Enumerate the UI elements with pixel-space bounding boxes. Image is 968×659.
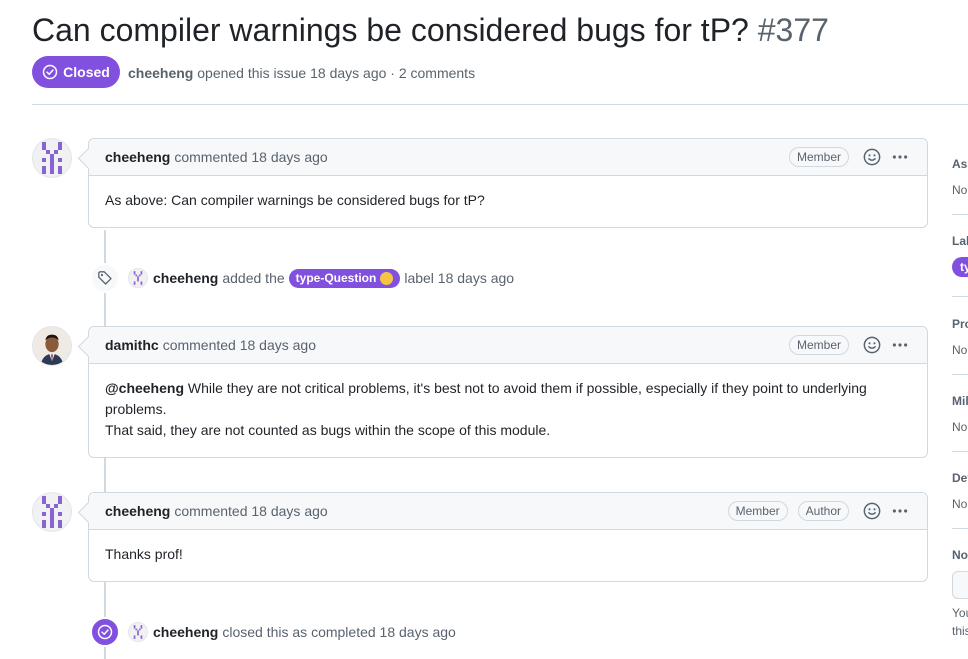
sidebar-divider <box>952 451 968 452</box>
comment-text: That said, they are not counted as bugs … <box>105 422 551 438</box>
sidebar-divider <box>952 374 968 375</box>
comment-body: As above: Can compiler warnings be consi… <box>89 176 927 227</box>
identicon-avatar-icon <box>133 271 143 285</box>
header-divider <box>32 104 968 105</box>
label-added-event: cheeheng added the type-Question label 1… <box>90 263 514 293</box>
sidebar-assignees-value: No <box>952 183 968 197</box>
role-badge: Member <box>788 335 849 355</box>
comment-timestamp[interactable]: commented 18 days ago <box>163 337 316 353</box>
comment-author-link[interactable]: cheeheng <box>105 503 170 519</box>
event-action-text: added the <box>222 270 285 286</box>
author-badge: Author <box>797 501 849 521</box>
avatar[interactable] <box>128 268 148 288</box>
state-badge: Closed <box>32 56 120 88</box>
identicon-avatar-icon <box>133 625 143 639</box>
comment-timestamp[interactable]: commented 18 days ago <box>174 503 327 519</box>
issue-author-link[interactable]: cheeheng <box>128 65 193 81</box>
sidebar-development-value: No <box>952 497 968 511</box>
sidebar-label-pill[interactable]: ty <box>952 257 968 277</box>
kebab-horizontal-icon[interactable] <box>889 146 911 168</box>
sidebar-divider <box>952 214 968 215</box>
role-badge: Member <box>788 147 849 167</box>
issue-number: #377 <box>757 12 829 48</box>
avatar[interactable] <box>32 326 72 366</box>
issue-sidebar: Ass No Lab ty Pro No Mil No Dev No No Yo… <box>950 0 968 659</box>
thinking-face-icon <box>380 271 394 285</box>
comment-author-link[interactable]: cheeheng <box>105 149 170 165</box>
event-author-link[interactable]: cheeheng <box>153 624 218 640</box>
comment-card: cheeheng commented 18 days ago Member As… <box>88 138 928 228</box>
comment-text: As above: Can compiler warnings be consi… <box>105 192 485 208</box>
identicon-avatar-icon <box>42 142 62 174</box>
smiley-icon[interactable] <box>861 146 883 168</box>
role-badge: Member <box>727 501 788 521</box>
identicon-avatar-icon <box>42 496 62 528</box>
comment-card: cheeheng commented 18 days ago Member Au… <box>88 492 928 582</box>
issue-title-text: Can compiler warnings be considered bugs… <box>32 12 749 48</box>
comment-text: While they are not critical problems, it… <box>105 380 867 417</box>
sidebar-subscribe-button[interactable] <box>952 571 968 599</box>
sidebar-divider <box>952 528 968 529</box>
comment-header: cheeheng commented 18 days ago Member <box>89 139 927 176</box>
sidebar-projects-value: No <box>952 343 968 357</box>
comment-header: damithc commented 18 days ago Member <box>89 327 927 364</box>
comment-paragraph: @cheeheng While they are not critical pr… <box>105 378 911 420</box>
sidebar-development-title[interactable]: Dev <box>952 471 968 485</box>
state-label: Closed <box>63 64 110 80</box>
comment-timestamp[interactable]: commented 18 days ago <box>174 149 327 165</box>
avatar[interactable] <box>128 622 148 642</box>
sidebar-divider <box>952 296 968 297</box>
issue-title: Can compiler warnings be considered bugs… <box>32 8 829 52</box>
comment-body: @cheeheng While they are not critical pr… <box>89 364 927 457</box>
profile-photo-icon <box>33 327 71 365</box>
comment-text: Thanks prof! <box>105 546 183 562</box>
check-circle-icon <box>97 624 113 640</box>
avatar[interactable] <box>32 138 72 178</box>
sidebar-notifications-text: this <box>952 624 968 638</box>
issue-opened-text: opened this issue 18 days ago · 2 commen… <box>197 65 476 81</box>
avatar[interactable] <box>32 492 72 532</box>
sidebar-projects-title[interactable]: Pro <box>952 317 968 331</box>
sidebar-notifications-title: No <box>952 548 968 562</box>
issue-meta: cheeheng opened this issue 18 days ago ·… <box>128 64 475 82</box>
sidebar-milestone-value: No <box>952 420 968 434</box>
event-icon-wrapper <box>90 263 120 293</box>
comment-author-link[interactable]: damithc <box>105 337 159 353</box>
sidebar-labels-title[interactable]: Lab <box>952 234 968 248</box>
sidebar-milestone-title[interactable]: Mil <box>952 394 968 408</box>
tag-icon <box>98 271 112 285</box>
kebab-horizontal-icon[interactable] <box>889 500 911 522</box>
smiley-icon[interactable] <box>861 500 883 522</box>
closed-event: cheeheng closed this as completed 18 day… <box>90 617 456 647</box>
comment-body: Thanks prof! <box>89 530 927 581</box>
event-author-link[interactable]: cheeheng <box>153 270 218 286</box>
sidebar-assignees-title[interactable]: Ass <box>952 157 968 171</box>
comment-card: damithc commented 18 days ago Member @ch… <box>88 326 928 458</box>
label-text: type-Question <box>295 270 377 285</box>
event-icon-wrapper <box>90 617 120 647</box>
sidebar-notifications-text: You <box>952 606 968 620</box>
kebab-horizontal-icon[interactable] <box>889 334 911 356</box>
label-type-question[interactable]: type-Question <box>288 268 401 288</box>
smiley-icon[interactable] <box>861 334 883 356</box>
comment-header: cheeheng commented 18 days ago Member Au… <box>89 493 927 530</box>
event-suffix-text: label 18 days ago <box>404 270 515 286</box>
user-mention-link[interactable]: @cheeheng <box>105 380 184 396</box>
event-action-text: closed this as completed 18 days ago <box>222 624 456 640</box>
check-circle-icon <box>42 64 58 80</box>
